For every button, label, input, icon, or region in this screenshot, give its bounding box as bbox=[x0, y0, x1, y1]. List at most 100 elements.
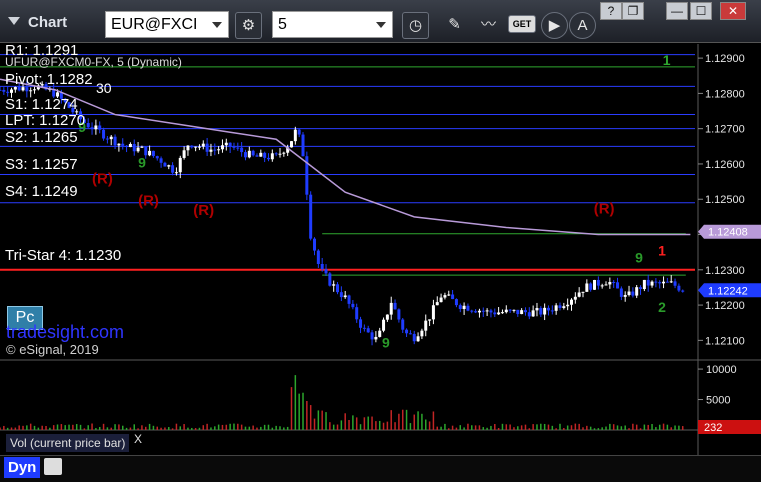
price-bar-body bbox=[339, 292, 343, 298]
price-bar-body bbox=[351, 303, 355, 308]
close-icon[interactable]: X bbox=[134, 432, 142, 446]
label-s1: S1: 1.1274 bbox=[5, 96, 78, 113]
price-bar-body bbox=[596, 279, 600, 286]
price-bar-body bbox=[382, 319, 386, 331]
price-bar-body bbox=[359, 319, 363, 328]
price-bar-body bbox=[213, 149, 217, 151]
price-bar-body bbox=[466, 305, 470, 311]
y-tick-label: 1.12800 bbox=[705, 88, 745, 100]
volume-label: Vol (current price bar) bbox=[6, 434, 130, 452]
price-bar-body bbox=[190, 145, 194, 148]
price-bar-body bbox=[247, 150, 251, 158]
price-bar-body bbox=[320, 263, 324, 270]
price-bar-body bbox=[270, 153, 274, 160]
price-bar-body bbox=[128, 143, 132, 148]
price-bar-body bbox=[408, 333, 412, 335]
y-tick-label: 1.12200 bbox=[705, 300, 745, 312]
price-bar-body bbox=[217, 149, 221, 151]
y-tick-label: 1.12600 bbox=[705, 159, 745, 171]
price-bar-body bbox=[282, 152, 286, 154]
price-bar-body bbox=[639, 287, 643, 290]
price-bar-body bbox=[171, 165, 175, 173]
price-bar-body bbox=[658, 282, 662, 284]
price-bar-body bbox=[612, 282, 616, 284]
price-bar-body bbox=[412, 333, 416, 342]
price-bar-body bbox=[167, 165, 171, 167]
chart-annotation: (R) bbox=[594, 200, 615, 217]
price-bar-body bbox=[451, 294, 455, 300]
price-bar-body bbox=[251, 150, 255, 156]
price-bar-body bbox=[232, 146, 236, 148]
price-bar-body bbox=[297, 129, 301, 135]
y-tick-label: 1.12300 bbox=[705, 265, 745, 277]
price-bar-body bbox=[113, 136, 117, 146]
price-bar-body bbox=[102, 129, 106, 139]
price-bar-body bbox=[301, 134, 305, 157]
price-bar-body bbox=[470, 310, 474, 312]
price-bar-body bbox=[642, 279, 646, 290]
price-bar-body bbox=[543, 307, 547, 315]
price-bar-body bbox=[608, 282, 612, 285]
price-bar-body bbox=[29, 90, 33, 92]
price-bar-body bbox=[520, 310, 524, 315]
price-bar-body bbox=[182, 150, 186, 158]
price-bar-body bbox=[619, 288, 623, 297]
price-bar-body bbox=[136, 147, 140, 152]
price-bar-body bbox=[309, 194, 313, 239]
price-bar-body bbox=[324, 269, 328, 274]
price-bar-body bbox=[0, 89, 2, 91]
price-bar-body bbox=[274, 153, 278, 155]
price-bar-body bbox=[489, 310, 493, 313]
price-bar-body bbox=[493, 312, 497, 315]
lock-icon[interactable] bbox=[44, 458, 62, 475]
chart-annotation: (R) bbox=[193, 202, 214, 219]
price-marker-label: 1.12242 bbox=[708, 285, 748, 297]
price-bar-body bbox=[531, 310, 535, 317]
price-bar-body bbox=[416, 336, 420, 342]
price-bar-body bbox=[665, 281, 669, 283]
price-bar-body bbox=[370, 332, 374, 340]
y-tick-label: 1.12900 bbox=[705, 53, 745, 65]
label-pivot: Pivot: 1.1282 bbox=[5, 71, 93, 88]
price-bar-body bbox=[550, 310, 554, 312]
price-bar-body bbox=[401, 319, 405, 330]
price-bar-body bbox=[431, 305, 435, 320]
price-bar-body bbox=[178, 157, 182, 173]
dynamic-button[interactable]: Dyn bbox=[4, 457, 41, 478]
price-bar-body bbox=[435, 302, 439, 306]
price-bar-body bbox=[236, 147, 240, 149]
price-bar-body bbox=[117, 143, 121, 146]
price-bar-body bbox=[439, 297, 443, 303]
label-s4: S4: 1.1249 bbox=[5, 183, 78, 200]
price-bar-body bbox=[33, 89, 37, 91]
price-chart[interactable]: 1.12900 1.12800 1.12700 1.12600 1.12500 1.124… bbox=[0, 0, 761, 481]
price-bar-body bbox=[593, 279, 597, 290]
price-bar-body bbox=[328, 273, 332, 286]
price-bar-body bbox=[332, 284, 336, 286]
price-bar-body bbox=[366, 328, 370, 333]
price-bar-body bbox=[481, 310, 485, 312]
price-bar-body bbox=[569, 299, 573, 305]
price-bar-body bbox=[635, 287, 639, 296]
price-bar-body bbox=[539, 308, 543, 315]
price-bar-body bbox=[646, 279, 650, 286]
price-bar-body bbox=[428, 319, 432, 321]
price-bar-body bbox=[259, 152, 263, 157]
price-bar-body bbox=[616, 282, 620, 289]
price-bar-body bbox=[125, 145, 129, 148]
price-bar-body bbox=[508, 309, 512, 311]
price-bar-body bbox=[600, 285, 604, 287]
price-bar-body bbox=[362, 327, 366, 329]
label-s2: S2: 1.1265 bbox=[5, 129, 78, 146]
label-tristar: Tri-Star 4: 1.1230 bbox=[5, 247, 122, 264]
price-bar-body bbox=[558, 305, 562, 308]
price-bar-body bbox=[523, 310, 527, 313]
price-bar-body bbox=[562, 306, 566, 308]
price-bar-body bbox=[458, 305, 462, 309]
volume-tick-label: 10000 bbox=[706, 364, 737, 376]
price-bar-body bbox=[94, 125, 98, 130]
price-bar-body bbox=[654, 281, 658, 283]
price-bar-body bbox=[343, 295, 347, 298]
price-bar-body bbox=[316, 250, 320, 264]
price-bar-body bbox=[98, 125, 102, 130]
